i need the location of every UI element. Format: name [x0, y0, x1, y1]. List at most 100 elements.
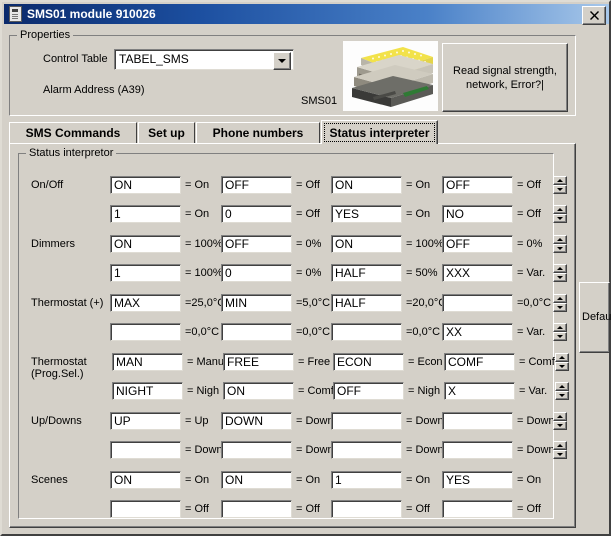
- value-input[interactable]: [442, 412, 513, 430]
- stepper-down-icon[interactable]: [555, 362, 569, 371]
- value-input-text: MAX: [114, 296, 141, 310]
- default-button[interactable]: Default: [579, 282, 611, 353]
- stepper-down-icon[interactable]: [553, 303, 567, 312]
- stepper-up-icon[interactable]: [553, 235, 567, 244]
- stepper-down-icon[interactable]: [553, 185, 567, 194]
- value-input[interactable]: YES: [442, 471, 513, 489]
- stepper-up-icon[interactable]: [553, 323, 567, 332]
- control-table-label: Control Table: [43, 53, 108, 65]
- value-input[interactable]: FREE: [223, 353, 294, 371]
- value-stepper[interactable]: [553, 264, 567, 282]
- value-stepper[interactable]: [553, 176, 567, 194]
- value-input-text: XXX: [446, 266, 471, 280]
- value-input-text: ON: [335, 237, 353, 251]
- value-input[interactable]: UP: [110, 412, 181, 430]
- value-input[interactable]: 0: [221, 264, 292, 282]
- value-input[interactable]: ON: [110, 471, 181, 489]
- tab-phone-numbers[interactable]: Phone numbers: [196, 122, 320, 143]
- stepper-down-icon[interactable]: [553, 273, 567, 282]
- value-stepper[interactable]: [555, 382, 569, 400]
- stepper-up-icon[interactable]: [553, 294, 567, 303]
- stepper-up-icon[interactable]: [553, 264, 567, 273]
- value-stepper[interactable]: [555, 353, 569, 371]
- value-input[interactable]: ON: [110, 176, 181, 194]
- stepper-up-icon[interactable]: [553, 205, 567, 214]
- module-photo: [343, 41, 438, 111]
- stepper-up-icon[interactable]: [553, 441, 567, 450]
- value-input[interactable]: 1: [110, 205, 181, 223]
- stepper-down-icon[interactable]: [553, 214, 567, 223]
- tab-status-interpreter[interactable]: Status interpreter: [321, 120, 438, 144]
- value-input-text: HALF: [335, 296, 366, 310]
- value-input[interactable]: ON: [223, 382, 294, 400]
- value-stepper[interactable]: [553, 323, 567, 341]
- value-input[interactable]: [110, 323, 181, 341]
- value-input[interactable]: OFF: [442, 176, 513, 194]
- value-input[interactable]: 0: [221, 205, 292, 223]
- close-icon[interactable]: [582, 6, 606, 25]
- value-input[interactable]: [442, 500, 513, 518]
- value-input[interactable]: [110, 441, 181, 459]
- value-input[interactable]: 1: [331, 471, 402, 489]
- tab-sms-commands[interactable]: SMS Commands: [9, 122, 137, 143]
- value-input-text: X: [448, 384, 457, 398]
- value-stepper[interactable]: [553, 412, 567, 430]
- value-input[interactable]: YES: [331, 205, 402, 223]
- value-meaning-label: =20,0°C: [406, 297, 447, 309]
- stepper-up-icon[interactable]: [555, 353, 569, 362]
- value-input[interactable]: OFF: [221, 176, 292, 194]
- value-input[interactable]: [221, 323, 292, 341]
- value-input[interactable]: [221, 441, 292, 459]
- value-input[interactable]: OFF: [442, 235, 513, 253]
- value-input[interactable]: [331, 441, 402, 459]
- value-input[interactable]: ON: [221, 471, 292, 489]
- value-input[interactable]: 1: [110, 264, 181, 282]
- value-input[interactable]: [331, 412, 402, 430]
- value-input[interactable]: [442, 441, 513, 459]
- value-input[interactable]: OFF: [221, 235, 292, 253]
- stepper-down-icon[interactable]: [555, 391, 569, 400]
- value-meaning-label: = Down: [296, 415, 334, 427]
- control-table-select[interactable]: TABEL_SMS: [114, 49, 294, 70]
- chevron-down-icon[interactable]: [273, 52, 291, 70]
- stepper-up-icon[interactable]: [553, 176, 567, 185]
- tab-set-up[interactable]: Set up: [138, 122, 195, 143]
- value-stepper[interactable]: [553, 441, 567, 459]
- value-input[interactable]: [442, 294, 513, 312]
- value-input[interactable]: XX: [442, 323, 513, 341]
- value-input[interactable]: NO: [442, 205, 513, 223]
- value-input[interactable]: OFF: [333, 382, 404, 400]
- value-input[interactable]: HALF: [331, 294, 402, 312]
- value-input[interactable]: [110, 500, 181, 518]
- value-stepper[interactable]: [553, 205, 567, 223]
- value-input[interactable]: [331, 323, 402, 341]
- stepper-up-icon[interactable]: [555, 382, 569, 391]
- value-input[interactable]: ON: [110, 235, 181, 253]
- stepper-up-icon[interactable]: [553, 412, 567, 421]
- title-bar[interactable]: SMS01 module 910026: [4, 4, 609, 25]
- read-signal-strength-button[interactable]: Read signal strength, network, Error?|: [442, 43, 568, 112]
- value-input[interactable]: NIGHT: [112, 382, 183, 400]
- stepper-down-icon[interactable]: [553, 244, 567, 253]
- value-input[interactable]: [331, 500, 402, 518]
- value-input[interactable]: [221, 500, 292, 518]
- value-input[interactable]: MIN: [221, 294, 292, 312]
- value-input[interactable]: XXX: [442, 264, 513, 282]
- value-stepper[interactable]: [553, 235, 567, 253]
- value-input[interactable]: MAX: [110, 294, 181, 312]
- value-input[interactable]: ON: [331, 176, 402, 194]
- value-input[interactable]: ECON: [333, 353, 404, 371]
- value-input[interactable]: COMF: [444, 353, 515, 371]
- value-input[interactable]: X: [444, 382, 515, 400]
- stepper-down-icon[interactable]: [553, 450, 567, 459]
- value-input[interactable]: DOWN: [221, 412, 292, 430]
- stepper-down-icon[interactable]: [553, 332, 567, 341]
- stepper-down-icon[interactable]: [553, 421, 567, 430]
- value-stepper[interactable]: [553, 294, 567, 312]
- value-meaning-label: = Comf: [519, 356, 555, 368]
- value-input[interactable]: ON: [331, 235, 402, 253]
- value-input[interactable]: MAN: [112, 353, 183, 371]
- value-meaning-label: = Var.: [517, 267, 546, 279]
- value-meaning-label: = Econ: [408, 356, 443, 368]
- value-input[interactable]: HALF: [331, 264, 402, 282]
